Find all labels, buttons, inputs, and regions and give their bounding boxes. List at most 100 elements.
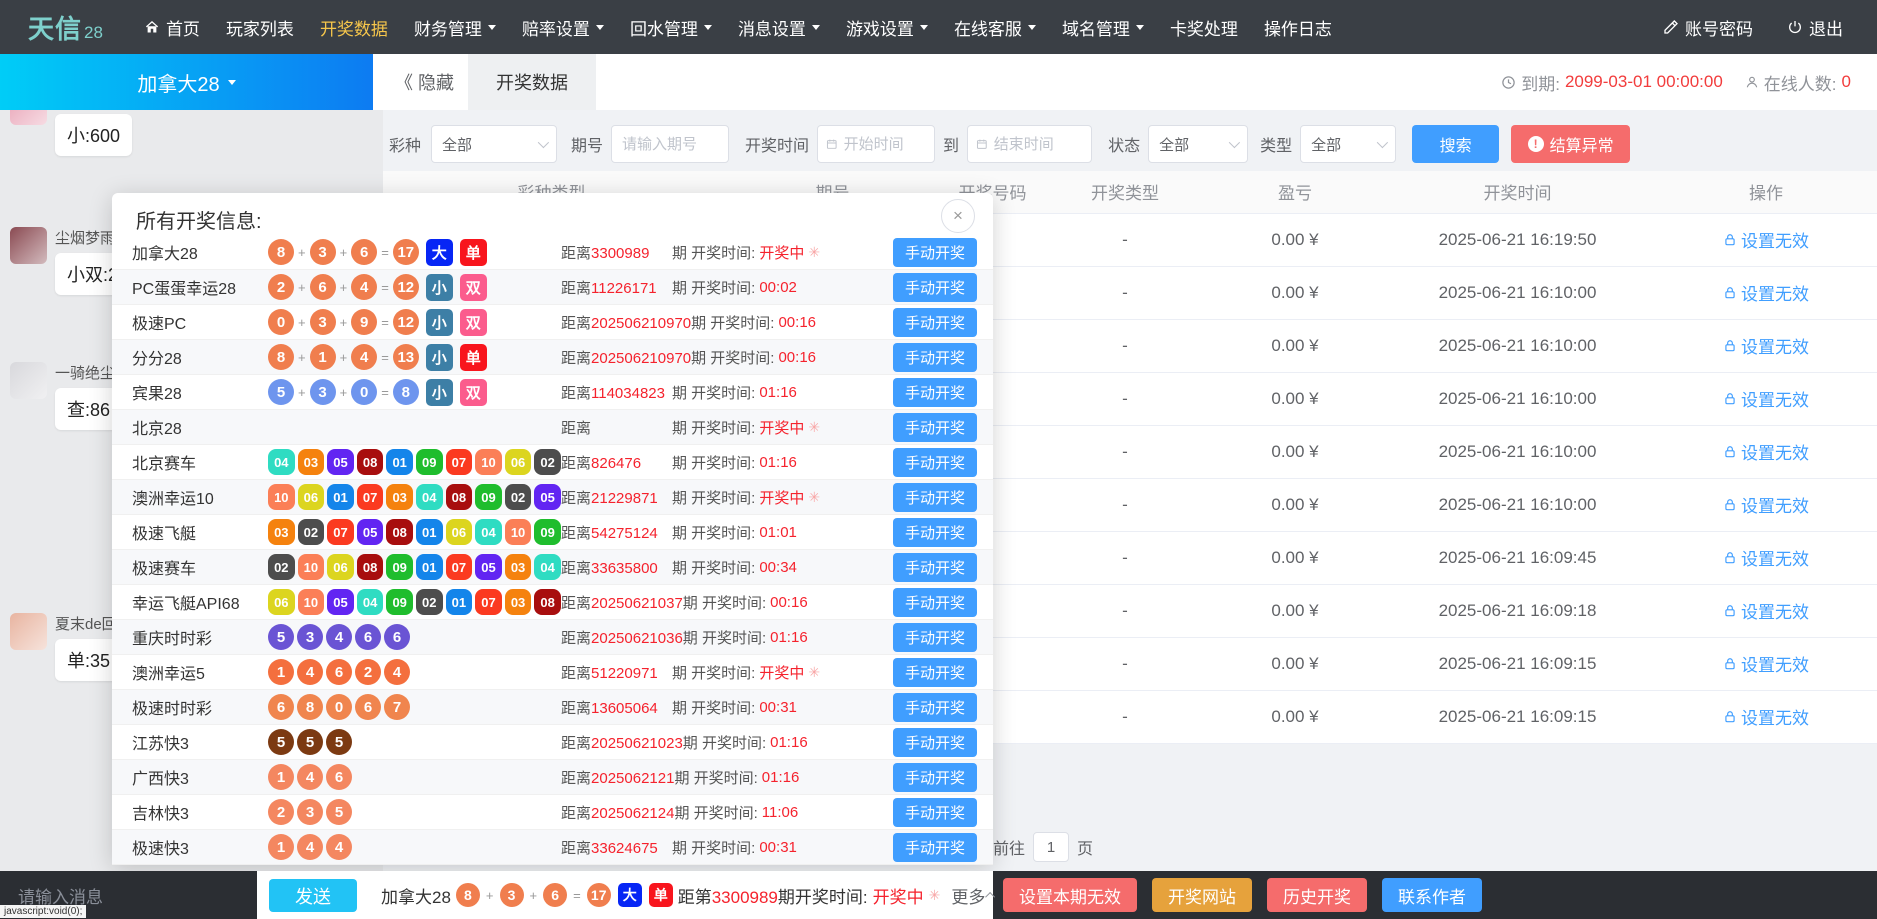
sum-ball: 13 (393, 344, 419, 370)
settle-abnormal-button[interactable]: ! 结算异常 (1511, 125, 1630, 163)
footer-button-历史开奖[interactable]: 历史开奖 (1267, 878, 1367, 912)
plus-sign: + (298, 245, 306, 260)
manual-draw-button[interactable]: 手动开奖 (893, 623, 977, 652)
distance-issue: 距离114034823 (561, 382, 672, 403)
chevron-down-icon (538, 137, 549, 148)
nav-item-赔率设置[interactable]: 赔率设置 (509, 0, 617, 54)
start-time-picker[interactable] (817, 125, 935, 163)
set-invalid-link[interactable]: 设置无效 (1723, 227, 1809, 252)
lottery-filter-select[interactable]: 全部 (431, 125, 557, 163)
end-time-picker[interactable] (967, 125, 1092, 163)
set-invalid-link[interactable]: 设置无效 (1723, 333, 1809, 358)
status-filter-select[interactable]: 全部 (1148, 125, 1248, 163)
nav-item-回水管理[interactable]: 回水管理 (617, 0, 725, 54)
manual-draw-button[interactable]: 手动开奖 (893, 833, 977, 862)
race-number: 08 (357, 554, 384, 580)
page-number-input[interactable] (1033, 832, 1069, 862)
set-invalid-link[interactable]: 设置无效 (1723, 439, 1809, 464)
cell-actions: 设置无效 (1655, 319, 1877, 372)
hide-panel-link[interactable]: 《 隐藏 (395, 69, 454, 95)
issue-input[interactable] (622, 136, 718, 153)
avatar[interactable] (10, 110, 47, 125)
draw-ball: 4 (351, 344, 377, 370)
nav-item-卡奖处理[interactable]: 卡奖处理 (1157, 0, 1251, 54)
nav-item-label: 游戏设置 (846, 15, 914, 40)
footer-button-设置本期无效[interactable]: 设置本期无效 (1003, 878, 1137, 912)
set-invalid-link[interactable]: 设置无效 (1723, 545, 1809, 570)
race-number: 03 (386, 484, 413, 510)
set-invalid-link[interactable]: 设置无效 (1723, 280, 1809, 305)
manual-draw-button[interactable]: 手动开奖 (893, 273, 977, 302)
type-filter-select[interactable]: 全部 (1300, 125, 1396, 163)
send-button[interactable]: 发送 (269, 879, 357, 912)
manual-draw-button[interactable]: 手动开奖 (893, 728, 977, 757)
manual-draw-button[interactable]: 手动开奖 (893, 308, 977, 337)
draw-ball: 4 (297, 659, 323, 685)
draw-time-value: 00:16 (778, 314, 816, 331)
manual-draw-button[interactable]: 手动开奖 (893, 518, 977, 547)
draw-time-label: 期 开奖时间: (683, 592, 766, 613)
plus-sign: + (298, 385, 306, 400)
draw-ball: 6 (355, 624, 381, 650)
nav-item-消息设置[interactable]: 消息设置 (725, 0, 833, 54)
nav-item-玩家列表[interactable]: 玩家列表 (213, 0, 307, 54)
footer-button-开奖网站[interactable]: 开奖网站 (1152, 878, 1252, 912)
page-unit-label: 页 (1077, 835, 1093, 859)
column-header-开奖时间: 开奖时间 (1380, 171, 1655, 213)
draw-time-label: 期 开奖时间: (672, 662, 755, 683)
manual-draw-button[interactable]: 手动开奖 (893, 693, 977, 722)
distance-issue: 距离20250621037 (561, 592, 683, 613)
nav-item-游戏设置[interactable]: 游戏设置 (833, 0, 941, 54)
manual-draw-button[interactable]: 手动开奖 (893, 553, 977, 582)
manual-draw-button[interactable]: 手动开奖 (893, 588, 977, 617)
result-badge: 大 (426, 239, 453, 266)
logout-button[interactable]: 退出 (1787, 0, 1843, 54)
start-time-input[interactable] (844, 136, 926, 153)
close-icon[interactable]: × (941, 199, 975, 233)
race-number: 10 (475, 449, 502, 475)
set-invalid-link[interactable]: 设置无效 (1723, 598, 1809, 623)
manual-draw-button[interactable]: 手动开奖 (893, 343, 977, 372)
nav-item-财务管理[interactable]: 财务管理 (401, 0, 509, 54)
draw-numbers: 02100608090107050304 (268, 554, 561, 580)
race-number: 05 (327, 589, 354, 615)
footer-button-联系作者[interactable]: 联系作者 (1382, 878, 1482, 912)
set-invalid-link[interactable]: 设置无效 (1723, 386, 1809, 411)
manual-draw-button[interactable]: 手动开奖 (893, 658, 977, 687)
draw-ball: 3 (500, 883, 524, 907)
manual-draw-button[interactable]: 手动开奖 (893, 413, 977, 442)
home-icon (144, 20, 160, 35)
set-invalid-link[interactable]: 设置无效 (1723, 492, 1809, 517)
nav-item-开奖数据[interactable]: 开奖数据 (307, 0, 401, 54)
nav-item-操作日志[interactable]: 操作日志 (1251, 0, 1345, 54)
manual-draw-button[interactable]: 手动开奖 (893, 483, 977, 512)
set-invalid-link[interactable]: 设置无效 (1723, 704, 1809, 729)
manual-draw-button[interactable]: 手动开奖 (893, 378, 977, 407)
account-password-button[interactable]: 账号密码 (1663, 0, 1753, 54)
draw-ball: 1 (268, 834, 294, 860)
lock-icon (1723, 604, 1737, 618)
nav-item-域名管理[interactable]: 域名管理 (1049, 0, 1157, 54)
end-time-input[interactable] (994, 136, 1083, 153)
manual-draw-button[interactable]: 手动开奖 (893, 238, 977, 267)
set-invalid-link[interactable]: 设置无效 (1723, 651, 1809, 676)
search-button[interactable]: 搜索 (1412, 125, 1499, 163)
set-invalid-label: 设置无效 (1741, 545, 1809, 570)
avatar[interactable] (10, 227, 47, 264)
more-toggle[interactable]: 更多 (951, 883, 995, 908)
race-number: 08 (534, 589, 561, 615)
draw-ball: 2 (355, 659, 381, 685)
manual-draw-button[interactable]: 手动开奖 (893, 448, 977, 477)
lottery-selector-button[interactable]: 加拿大28 (0, 54, 373, 110)
nav-item-在线客服[interactable]: 在线客服 (941, 0, 1049, 54)
draw-time-label: 期 开奖时间: (691, 347, 774, 368)
distance-label: 距离 (561, 315, 591, 332)
manual-draw-button[interactable]: 手动开奖 (893, 763, 977, 792)
avatar[interactable] (10, 362, 47, 399)
nav-item-首页[interactable]: 首页 (131, 0, 213, 54)
manual-draw-button[interactable]: 手动开奖 (893, 798, 977, 827)
tab-lottery-data[interactable]: 开奖数据 (468, 54, 596, 110)
draw-time-label: 期 开奖时间: (672, 557, 755, 578)
avatar[interactable] (10, 613, 47, 650)
chevron-down-icon (704, 25, 712, 30)
